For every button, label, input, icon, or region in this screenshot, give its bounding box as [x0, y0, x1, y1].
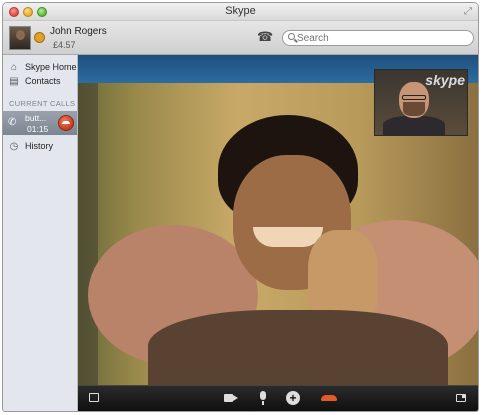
self-view-beard: [403, 102, 425, 116]
show-sidebar-button[interactable]: [89, 391, 101, 405]
history-icon: ◷: [9, 141, 19, 152]
sidebar-item-label: Skype Home: [25, 62, 77, 72]
video-person-body: [148, 310, 448, 385]
current-call-item[interactable]: ✆ butt... 01:15: [3, 111, 77, 135]
video-shade: [78, 83, 98, 385]
self-view-video[interactable]: skype: [374, 69, 468, 136]
search-icon: [288, 33, 295, 40]
sidebar: ⌂ Skype Home ▤ Contacts CURRENT CALLS ✆ …: [3, 55, 78, 411]
status-icon[interactable]: [34, 32, 45, 43]
sidebar-item-skype-home[interactable]: ⌂ Skype Home: [3, 62, 77, 76]
self-view-glasses: [402, 95, 426, 100]
title-bar: Skype ⤢: [3, 3, 478, 21]
remote-video[interactable]: skype: [78, 55, 478, 385]
end-call-icon[interactable]: [58, 115, 74, 131]
window-title: Skype: [225, 5, 256, 17]
sidebar-item-contacts[interactable]: ▤ Contacts: [3, 76, 77, 90]
sidebar-item-label: Contacts: [25, 76, 61, 86]
fullscreen-button[interactable]: [456, 391, 468, 405]
skype-window: Skype ⤢ John Rogers £4.57 ☎ ⌂ Skype Home…: [2, 2, 479, 412]
account-credit: £4.57: [53, 40, 76, 50]
video-camera-icon: [224, 394, 238, 402]
contacts-icon: ▤: [9, 76, 19, 87]
video-toggle-button[interactable]: [224, 391, 238, 405]
sidebar-item-label: History: [25, 141, 54, 151]
call-duration: 01:15: [27, 124, 49, 134]
self-view-watermark: skype: [425, 72, 465, 88]
current-calls-heading: CURRENT CALLS: [9, 99, 76, 108]
toolbar: John Rogers £4.57 ☎: [3, 21, 478, 55]
account-name[interactable]: John Rogers: [50, 26, 107, 37]
search-box[interactable]: [282, 30, 474, 46]
plus-icon: +: [286, 391, 300, 405]
user-avatar[interactable]: [9, 26, 31, 50]
call-control-bar: +: [78, 385, 478, 411]
self-view-shirt: [383, 116, 445, 135]
search-input[interactable]: [297, 31, 467, 45]
call-contact-name: butt...: [25, 113, 47, 123]
mute-button[interactable]: [258, 391, 268, 405]
sidebar-item-history[interactable]: ◷ History: [3, 141, 77, 155]
hang-up-button[interactable]: [321, 391, 337, 405]
call-icon: ✆: [8, 117, 17, 128]
dialpad-icon[interactable]: ☎: [257, 30, 273, 44]
resize-icon[interactable]: ⤢: [464, 6, 472, 17]
add-to-call-button[interactable]: +: [286, 391, 300, 405]
sidebar-toggle-icon: [89, 393, 99, 402]
microphone-icon: [260, 391, 266, 405]
home-icon: ⌂: [10, 62, 18, 73]
hang-up-icon: [321, 395, 337, 401]
fullscreen-icon: [456, 394, 466, 402]
